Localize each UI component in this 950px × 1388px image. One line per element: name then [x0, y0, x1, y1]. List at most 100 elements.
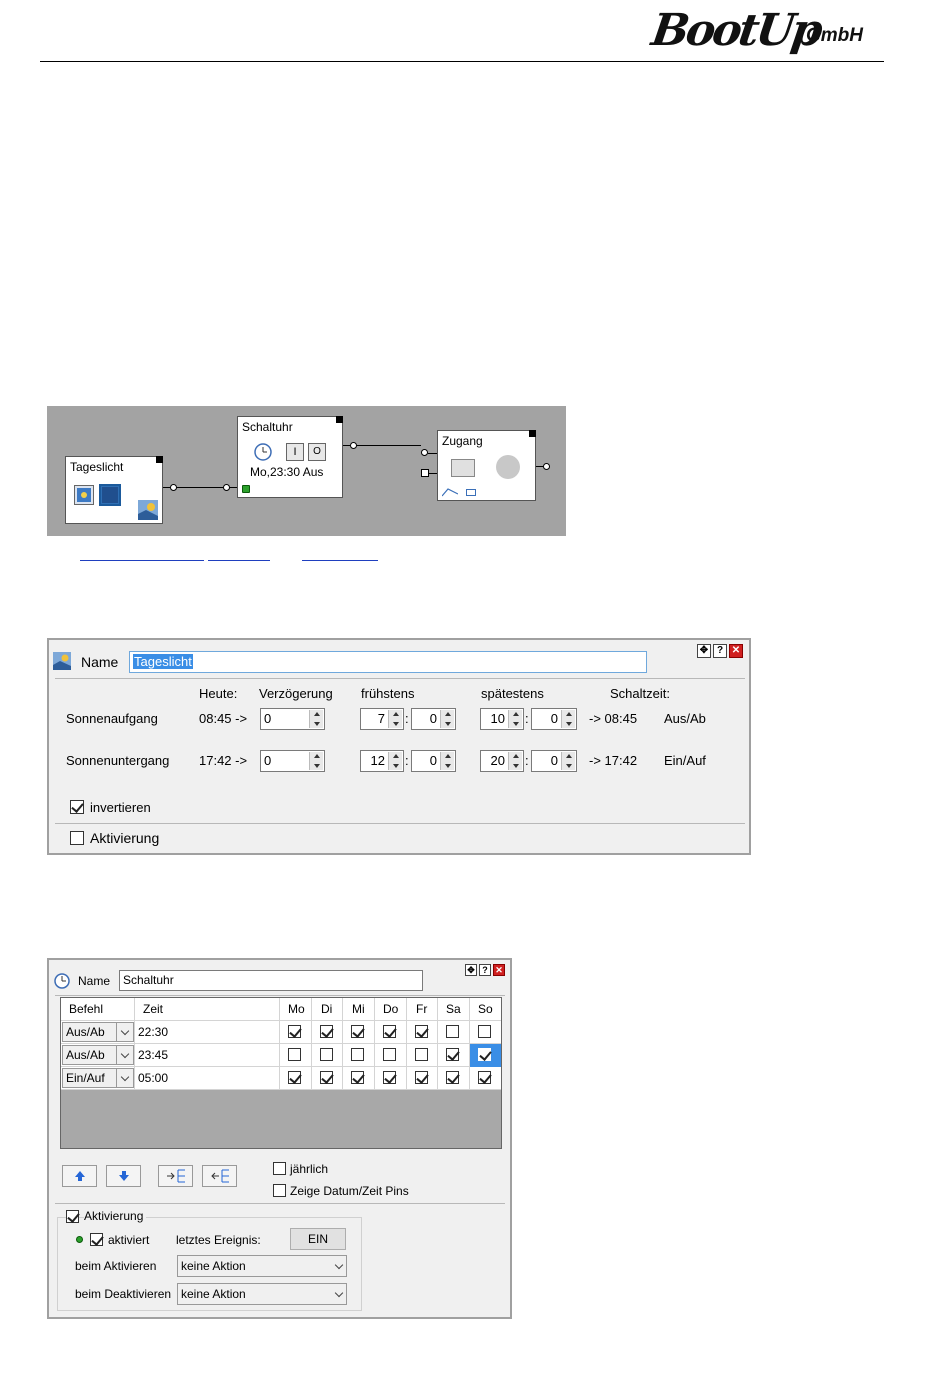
add-row-button[interactable] — [158, 1165, 193, 1187]
zeige-pins-label: Zeige Datum/Zeit Pins — [290, 1184, 409, 1198]
day-checkbox[interactable] — [415, 1071, 428, 1084]
sonnenuntergang-label: Sonnenuntergang — [66, 753, 170, 768]
close-icon[interactable]: ✕ — [729, 644, 743, 658]
name-input[interactable]: Schaltuhr — [119, 970, 423, 991]
jaehrlich-label: jährlich — [290, 1162, 329, 1176]
wire — [428, 453, 437, 454]
zeit-cell[interactable]: 23:45 — [135, 1044, 280, 1067]
table-row[interactable]: Ein/Auf 05:00 — [61, 1067, 501, 1090]
zeige-pins-checkbox[interactable] — [273, 1184, 286, 1197]
input-pin[interactable] — [421, 449, 428, 456]
early-hour-stepper[interactable]: 7 — [360, 708, 404, 730]
day-checkbox[interactable] — [383, 1025, 396, 1038]
late-hour-stepper[interactable]: 10 — [480, 708, 524, 730]
day-checkbox[interactable] — [383, 1071, 396, 1084]
output-pin[interactable] — [543, 463, 550, 470]
beim-deaktivieren-label: beim Deaktivieren — [75, 1287, 172, 1301]
output-pin[interactable] — [170, 484, 177, 491]
early-minute-stepper[interactable]: 0 — [411, 750, 456, 772]
column-header-fr: Fr — [407, 998, 438, 1021]
switch-on-button[interactable]: I — [286, 443, 304, 461]
switch-off-button[interactable]: O — [308, 443, 326, 461]
moon-icon[interactable] — [99, 484, 121, 506]
table-row[interactable]: Aus/Ab 23:45 — [61, 1044, 501, 1067]
day-checkbox[interactable] — [446, 1048, 459, 1061]
remove-row-button[interactable] — [202, 1165, 237, 1187]
block-title: Tageslicht — [70, 460, 124, 474]
day-checkbox[interactable] — [351, 1025, 364, 1038]
block-tageslicht[interactable]: Tageslicht — [65, 456, 163, 524]
header-divider — [40, 61, 884, 62]
late-minute-stepper[interactable]: 0 — [531, 750, 577, 772]
link-underline — [302, 560, 378, 561]
day-checkbox[interactable] — [320, 1071, 333, 1084]
output-pin[interactable] — [350, 442, 357, 449]
block-title: Zugang — [442, 434, 483, 448]
help-icon[interactable]: ? — [479, 964, 491, 976]
clock-icon — [254, 443, 272, 461]
name-input[interactable]: Tageslicht — [129, 651, 647, 673]
input-pin[interactable] — [223, 484, 230, 491]
chevron-down-icon — [334, 1260, 344, 1270]
day-checkbox[interactable] — [478, 1048, 491, 1061]
aktivierung-checkbox[interactable] — [66, 1210, 79, 1223]
colon: : — [525, 711, 529, 726]
block-schaltuhr[interactable]: Schaltuhr I O Mo,23:30 Aus — [237, 416, 343, 498]
day-checkbox[interactable] — [320, 1048, 333, 1061]
input-pin-square[interactable] — [421, 469, 429, 477]
day-checkbox[interactable] — [446, 1071, 459, 1084]
day-cell-sa — [438, 1067, 470, 1090]
befehl-cell: Ein/Auf — [61, 1067, 135, 1090]
move-up-button[interactable] — [62, 1165, 97, 1187]
befehl-select[interactable]: Aus/Ab — [62, 1045, 134, 1065]
aktivierung-checkbox[interactable] — [70, 831, 84, 845]
divider — [55, 995, 505, 996]
spaetestens-header: spätestens — [481, 686, 544, 701]
day-cell-sa — [438, 1021, 470, 1044]
invertieren-checkbox[interactable] — [70, 800, 84, 814]
move-icon[interactable]: ✥ — [697, 644, 711, 658]
beim-deaktivieren-select[interactable]: keine Aktion — [177, 1283, 347, 1305]
block-zugang[interactable]: Zugang — [437, 430, 536, 501]
late-minute-stepper[interactable]: 0 — [531, 708, 577, 730]
day-checkbox[interactable] — [288, 1071, 301, 1084]
delay-stepper[interactable]: 0 — [260, 708, 325, 730]
wire — [429, 473, 437, 474]
day-cell-mi — [343, 1067, 375, 1090]
chevron-down-icon — [116, 1046, 133, 1064]
status-led — [76, 1236, 83, 1243]
close-icon[interactable]: ✕ — [493, 964, 505, 976]
day-checkbox[interactable] — [415, 1048, 428, 1061]
befehl-select[interactable]: Aus/Ab — [62, 1022, 134, 1042]
day-checkbox[interactable] — [446, 1025, 459, 1038]
day-checkbox[interactable] — [351, 1048, 364, 1061]
day-checkbox[interactable] — [288, 1025, 301, 1038]
day-checkbox[interactable] — [478, 1025, 491, 1038]
zeit-cell[interactable]: 05:00 — [135, 1067, 280, 1090]
late-hour-stepper[interactable]: 20 — [480, 750, 524, 772]
block-corner — [336, 416, 343, 423]
aktiviert-checkbox[interactable] — [90, 1233, 103, 1246]
day-checkbox[interactable] — [288, 1048, 301, 1061]
move-icon[interactable]: ✥ — [465, 964, 477, 976]
table-row[interactable]: Aus/Ab 22:30 — [61, 1021, 501, 1044]
sunrise-icon[interactable] — [74, 485, 94, 505]
day-checkbox[interactable] — [478, 1071, 491, 1084]
day-cell-so — [470, 1067, 501, 1090]
jaehrlich-checkbox[interactable] — [273, 1162, 286, 1175]
aktivierung-label: Aktivierung — [84, 1209, 147, 1223]
day-checkbox[interactable] — [383, 1048, 396, 1061]
company-logo: BootUp GmbH — [648, 5, 892, 56]
beim-aktivieren-select[interactable]: keine Aktion — [177, 1255, 347, 1277]
ein-button[interactable]: EIN — [290, 1228, 346, 1250]
delay-stepper[interactable]: 0 — [260, 750, 325, 772]
zeit-cell[interactable]: 22:30 — [135, 1021, 280, 1044]
befehl-select[interactable]: Ein/Auf — [62, 1068, 134, 1088]
early-minute-stepper[interactable]: 0 — [411, 708, 456, 730]
early-hour-stepper[interactable]: 12 — [360, 750, 404, 772]
day-checkbox[interactable] — [415, 1025, 428, 1038]
day-checkbox[interactable] — [351, 1071, 364, 1084]
move-down-button[interactable] — [106, 1165, 141, 1187]
help-icon[interactable]: ? — [713, 644, 727, 658]
day-checkbox[interactable] — [320, 1025, 333, 1038]
